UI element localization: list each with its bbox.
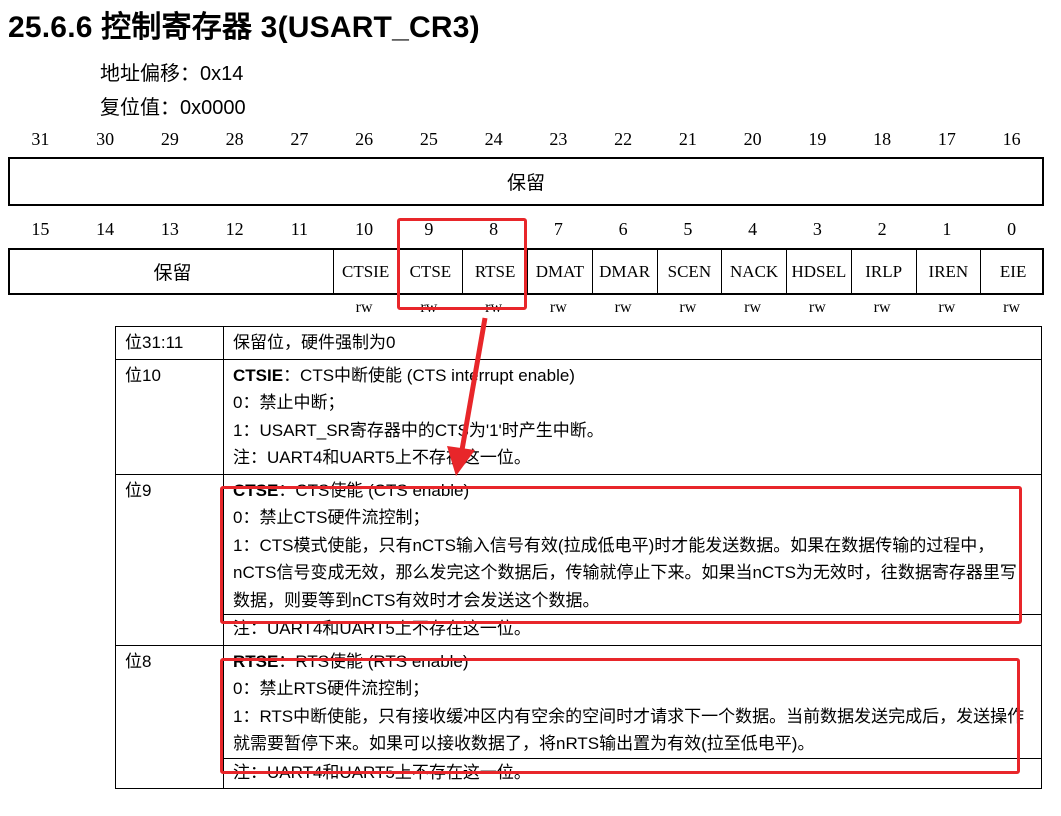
- arrow-shaft: [459, 317, 488, 451]
- highlight-box-rtse-row: [220, 658, 1020, 774]
- highlight-box-ctse-row: [220, 486, 1022, 624]
- arrow-head: [447, 446, 475, 476]
